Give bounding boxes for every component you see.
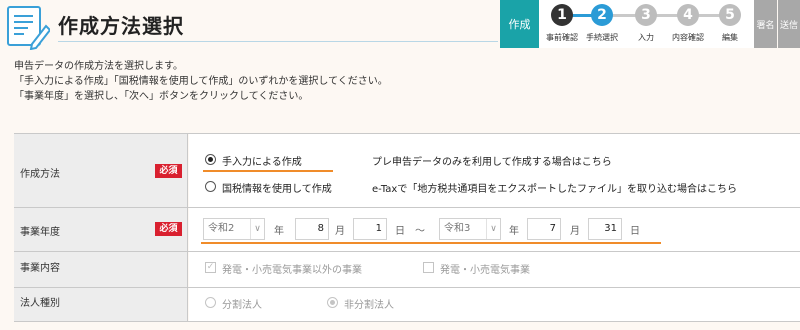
business-content-label: 事業内容 xyxy=(20,263,60,274)
end-month-input[interactable]: 7 xyxy=(527,218,561,240)
step-5: 5 編集 xyxy=(707,4,753,43)
unit-month: 月 xyxy=(570,226,580,237)
manual-input-description: プレ申告データのみを利用して作成する場合はこちら xyxy=(372,157,612,168)
step-4: 4 内容確認 xyxy=(665,4,711,43)
creation-method-label: 作成方法 xyxy=(20,169,60,180)
end-day-input[interactable]: 31 xyxy=(588,218,622,240)
start-era-value: 令和2 xyxy=(208,223,235,234)
row-creation-method: 作成方法 必須 手入力による作成 プレ申告データのみを利用して作成する場合はこち… xyxy=(14,134,800,208)
corporation-type-label: 法人種別 xyxy=(20,298,60,309)
instruction-line: 「手入力による作成」「国税情報を使用して作成」のいずれかを選択してください。 xyxy=(14,76,388,87)
row-business-content: 事業内容 ✓ 発電・小売電気事業以外の事業 発電・小売電気事業 xyxy=(14,252,800,288)
radio-use-national-tax[interactable] xyxy=(205,181,216,192)
start-day-input[interactable]: 1 xyxy=(353,218,387,240)
row-corporation-type: 法人種別 分割法人 非分割法人 xyxy=(14,288,800,322)
start-era-select[interactable]: 令和2 ∨ xyxy=(203,218,265,240)
step-4-label: 内容確認 xyxy=(672,33,704,42)
chevron-down-icon: ∨ xyxy=(486,219,500,239)
step-3-label: 入力 xyxy=(638,33,654,42)
unit-day: 日 xyxy=(395,226,405,237)
row-label-cell: 作成方法 必須 xyxy=(14,134,188,207)
step-sign: 署名 xyxy=(754,0,777,48)
step-indicator: 作成 1 事前確認 2 手続選択 3 入力 4 内容確認 5 編集 署名 送信 xyxy=(500,0,800,48)
start-month-input[interactable]: 8 xyxy=(295,218,329,240)
step-3-number: 3 xyxy=(635,4,657,26)
step-current-badge: 作成 xyxy=(500,0,539,48)
creation-form: 作成方法 必須 手入力による作成 プレ申告データのみを利用して作成する場合はこち… xyxy=(14,133,800,322)
row-body-cell: 令和2 ∨ 年 8 月 1 日 ～ 令和3 ∨ 年 7 月 31 日 xyxy=(189,208,800,251)
step-2-number: 2 xyxy=(591,4,613,26)
step-5-label: 編集 xyxy=(722,33,738,42)
step-send: 送信 xyxy=(778,0,800,48)
required-badge: 必須 xyxy=(155,222,182,236)
step-3: 3 入力 xyxy=(623,4,669,43)
highlight-underline xyxy=(203,170,333,172)
option-split-corporation[interactable]: 分割法人 xyxy=(222,296,262,311)
step-5-number: 5 xyxy=(719,4,741,26)
range-separator: ～ xyxy=(415,226,425,237)
highlight-underline xyxy=(201,242,661,244)
checkbox-power-business[interactable] xyxy=(423,262,434,273)
step-track: 1 事前確認 2 手続選択 3 入力 4 内容確認 5 編集 xyxy=(539,0,754,48)
page-header: 作成方法選択 作成 1 事前確認 2 手続選択 3 入力 4 内容確認 5 編集… xyxy=(0,0,800,52)
unit-month: 月 xyxy=(335,226,345,237)
row-label-cell: 法人種別 xyxy=(14,288,188,321)
step-4-number: 4 xyxy=(677,4,699,26)
required-badge: 必須 xyxy=(155,164,182,178)
chevron-down-icon: ∨ xyxy=(250,219,264,239)
option-non-split-corporation[interactable]: 非分割法人 xyxy=(344,296,394,311)
document-edit-icon xyxy=(7,6,50,50)
unit-year: 年 xyxy=(509,226,519,237)
row-label-cell: 事業年度 必須 xyxy=(14,208,188,251)
unit-year: 年 xyxy=(274,226,284,237)
step-2-label: 手続選択 xyxy=(586,33,618,42)
step-2: 2 手続選択 xyxy=(579,4,625,43)
fiscal-year-label: 事業年度 xyxy=(20,227,60,238)
end-era-value: 令和3 xyxy=(444,223,471,234)
row-body-cell: 手入力による作成 プレ申告データのみを利用して作成する場合はこちら 国税情報を使… xyxy=(189,134,800,207)
option-non-power-business[interactable]: 発電・小売電気事業以外の事業 xyxy=(222,261,362,276)
option-use-national-tax[interactable]: 国税情報を使用して作成 xyxy=(222,180,332,195)
option-power-business[interactable]: 発電・小売電気事業 xyxy=(440,261,530,276)
row-body-cell: ✓ 発電・小売電気事業以外の事業 発電・小売電気事業 xyxy=(189,252,800,287)
step-1-number: 1 xyxy=(551,4,573,26)
radio-manual-input[interactable] xyxy=(205,154,216,165)
unit-day: 日 xyxy=(630,226,640,237)
option-manual-input[interactable]: 手入力による作成 xyxy=(222,153,302,168)
national-tax-description: e-Taxで「地方税共通項目をエクスポートしたファイル」を取り込む場合はこちら xyxy=(372,184,738,195)
instruction-line: 申告データの作成方法を選択します。 xyxy=(14,61,183,72)
row-label-cell: 事業内容 xyxy=(14,252,188,287)
instructions: 申告データの作成方法を選択します。 「手入力による作成」「国税情報を使用して作成… xyxy=(14,59,388,104)
row-fiscal-year: 事業年度 必須 令和2 ∨ 年 8 月 1 日 ～ 令和3 ∨ 年 7 月 31… xyxy=(14,208,800,252)
radio-split-corporation[interactable] xyxy=(205,297,216,308)
title-divider xyxy=(58,41,498,42)
page-title: 作成方法選択 xyxy=(58,14,184,38)
instruction-line: 「事業年度」を選択し、「次へ」ボタンをクリックしてください。 xyxy=(14,91,309,102)
radio-non-split-corporation[interactable] xyxy=(327,297,338,308)
row-body-cell: 分割法人 非分割法人 xyxy=(189,288,800,321)
end-era-select[interactable]: 令和3 ∨ xyxy=(439,218,501,240)
checkbox-non-power-business[interactable]: ✓ xyxy=(205,262,216,273)
